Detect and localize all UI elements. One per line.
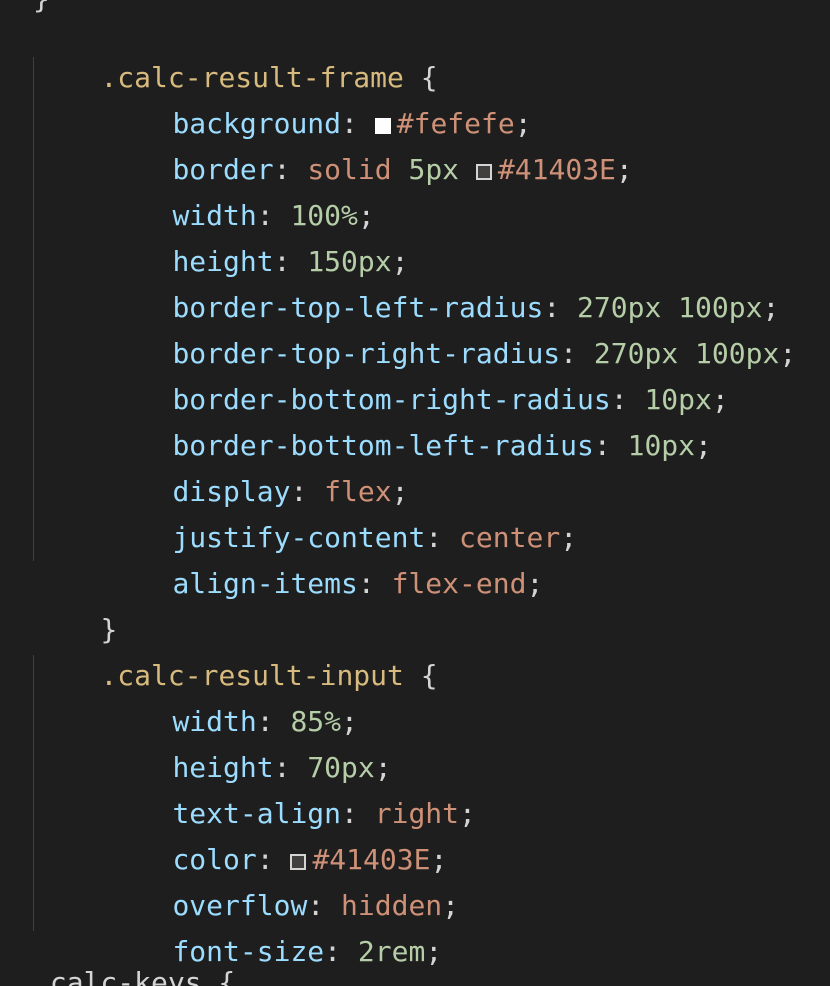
semicolon: ; [425, 935, 443, 968]
semicolon: ; [695, 429, 712, 462]
colon: : [357, 567, 375, 600]
declaration-line: border-top-right-radius: 270px 100px; [105, 285, 796, 370]
semicolon: ; [711, 383, 729, 416]
color-swatch-icon[interactable] [475, 164, 492, 180]
css-property: align-items [172, 567, 358, 600]
declaration-line: background: #fefefe; [105, 55, 531, 140]
code-editor[interactable]: } .calc-result-frame { background: #fefe… [0, 0, 830, 986]
declaration-line: display: flex; [105, 423, 408, 508]
declaration-line: border-bottom-left-radius: 10px; [105, 377, 711, 462]
css-value: 10px [627, 429, 696, 462]
declaration-line: border: solid 5px #41403E; [105, 101, 632, 186]
declaration-line: width: 100%; [105, 147, 374, 232]
next-rule-partial: .calc-keys { [33, 966, 236, 986]
semicolon: ; [442, 889, 460, 922]
declaration-line: overflow: hidden; [105, 837, 459, 922]
closing-brace: } [33, 561, 117, 646]
semicolon: ; [615, 153, 633, 186]
indent-guide [33, 57, 34, 561]
colon: : [593, 429, 611, 462]
declaration-line: justify-content: center; [105, 469, 577, 554]
colon: : [324, 935, 342, 968]
css-value: #41403E [497, 153, 616, 186]
declaration-line: height: 70px; [105, 699, 391, 784]
declaration-line: color: #41403E; [105, 791, 447, 876]
declaration-line: font-size: 2rem; [105, 883, 442, 968]
semicolon: ; [526, 567, 544, 600]
declaration-line: height: 150px; [105, 193, 408, 278]
declaration-line: border-bottom-right-radius: 10px; [105, 331, 728, 416]
rule-header: .calc-result-input { [33, 607, 437, 692]
css-value: flex-end [391, 567, 527, 600]
declaration-line: border-top-left-radius: 270px 100px; [105, 239, 779, 324]
css-value: 2rem [357, 935, 426, 968]
css-property: font-size [172, 935, 325, 968]
css-value: 5px [408, 153, 460, 186]
open-brace: { [420, 659, 438, 692]
indent-guide [33, 655, 34, 931]
semicolon: ; [459, 797, 476, 830]
declaration-line: text-align: right; [105, 745, 475, 830]
declaration-line: width: 85%; [105, 653, 357, 738]
declaration-line: align-items: flex-end; [105, 515, 543, 600]
semicolon: ; [779, 337, 797, 370]
rule-header: .calc-result-frame { [33, 9, 437, 94]
semicolon: ; [560, 521, 578, 554]
